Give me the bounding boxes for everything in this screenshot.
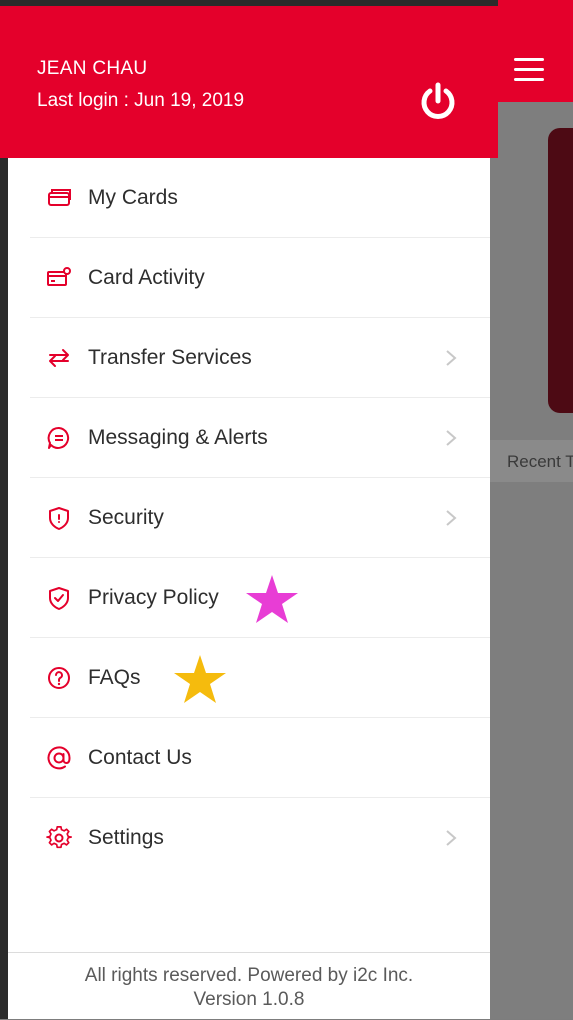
menu-label: Privacy Policy [88, 586, 219, 609]
background-header [490, 0, 573, 102]
menu-label: Messaging & Alerts [88, 426, 268, 449]
background-card [548, 128, 573, 413]
at-sign-icon [47, 746, 71, 770]
menu-label: FAQs [88, 666, 141, 689]
transfer-arrows-icon [49, 349, 69, 367]
footer-version: Version 1.0.8 [193, 989, 305, 1010]
menu-item-privacy-policy[interactable]: Privacy Policy [8, 558, 490, 638]
message-bubble-icon [47, 426, 70, 449]
menu-item-faqs[interactable]: FAQs [8, 638, 490, 718]
cards-icon [48, 189, 71, 206]
chevron-right-icon [446, 430, 457, 446]
card-activity-icon [47, 267, 71, 286]
menu-item-contact-us[interactable]: Contact Us [8, 718, 490, 798]
drawer-footer: All rights reserved. Powered by i2c Inc.… [8, 952, 490, 1020]
menu-item-settings[interactable]: Settings [8, 798, 490, 878]
shield-check-icon [49, 587, 69, 610]
menu-item-my-cards[interactable]: My Cards [8, 158, 490, 238]
menu-label: Card Activity [88, 266, 205, 289]
drawer-header: JEAN CHAU Last login : Jun 19, 2019 [0, 0, 498, 158]
gold-star-icon [174, 655, 226, 703]
navigation-drawer: JEAN CHAU Last login : Jun 19, 2019 My C… [0, 0, 498, 1020]
shield-icon [49, 507, 69, 530]
menu-item-security[interactable]: Security [8, 478, 490, 558]
pink-star-icon [246, 575, 298, 623]
chevron-right-icon [446, 830, 457, 846]
drawer-top-edge [0, 0, 498, 6]
footer-copyright: All rights reserved. Powered by i2c Inc. [84, 965, 414, 986]
menu-item-transfer-services[interactable]: Transfer Services [8, 318, 490, 398]
recent-transactions-label: Recent T [507, 452, 573, 471]
chevron-right-icon [446, 350, 457, 366]
gear-icon [46, 826, 72, 849]
drawer-menu: My Cards Card Activity Transfer Services [8, 158, 490, 878]
menu-label: Settings [88, 826, 164, 849]
power-logout-icon[interactable] [418, 82, 458, 122]
user-name: JEAN CHAU [37, 58, 148, 79]
question-circle-icon [48, 667, 70, 689]
menu-label: Security [88, 506, 164, 529]
menu-item-messaging-alerts[interactable]: Messaging & Alerts [8, 398, 490, 478]
chevron-right-icon [446, 510, 457, 526]
menu-label: Transfer Services [88, 346, 252, 369]
last-login: Last login : Jun 19, 2019 [37, 90, 245, 111]
menu-item-card-activity[interactable]: Card Activity [8, 238, 490, 318]
menu-label: Contact Us [88, 746, 192, 769]
hamburger-menu-icon[interactable] [514, 58, 546, 82]
menu-label: My Cards [88, 186, 178, 209]
